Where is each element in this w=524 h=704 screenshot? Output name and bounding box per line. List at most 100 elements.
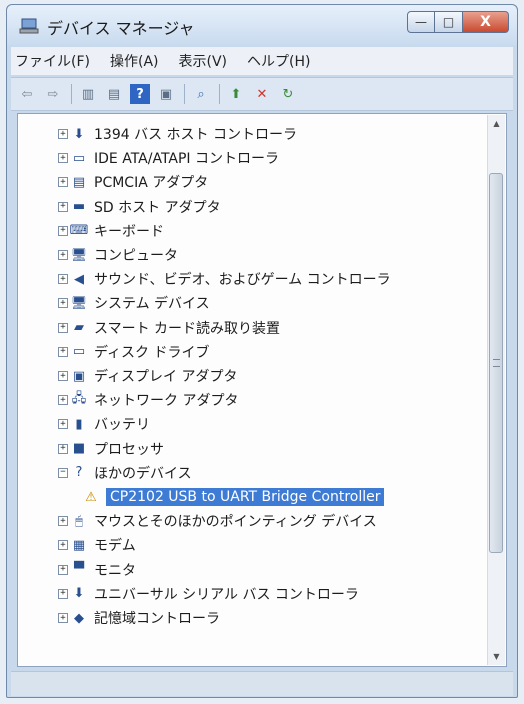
show-hide-tree-icon[interactable]: ▥ <box>78 84 98 104</box>
enable-device-icon[interactable]: ↻ <box>278 84 298 104</box>
expand-icon[interactable]: + <box>58 395 68 406</box>
properties-icon[interactable]: ▤ <box>104 84 124 104</box>
toolbar-separator <box>184 84 185 104</box>
menu-action[interactable]: 操作(A) <box>110 51 159 71</box>
tree-item[interactable]: + 🖥 コンピュータ <box>58 243 178 267</box>
device-tree: + ⬇ 1394 バス ホスト コントローラ + ▭ IDE ATA/ATAPI コントロ… <box>17 113 507 667</box>
expand-icon[interactable]: + <box>58 274 68 285</box>
tree-item-label: コンピュータ <box>94 248 178 264</box>
expand-icon[interactable]: + <box>58 225 68 236</box>
tree-item-label: ユニバーサル シリアル バス コントローラ <box>94 586 359 603</box>
expand-icon[interactable]: + <box>58 419 68 430</box>
tree-item[interactable]: + ◆ 記憶域コントローラ <box>58 606 220 630</box>
tree-item-label: ほかのデバイス <box>94 465 192 482</box>
smartcard-reader-icon: ▰ <box>74 320 84 336</box>
modem-icon: ▦ <box>72 537 86 553</box>
tree-item[interactable]: + ⬇ 1394 バス ホスト コントローラ <box>58 122 297 146</box>
expand-icon[interactable]: + <box>58 201 68 212</box>
console-icon[interactable]: ▣ <box>156 84 176 104</box>
expand-icon[interactable]: + <box>58 177 68 188</box>
expand-icon[interactable]: + <box>58 613 68 623</box>
scroll-up-icon[interactable]: ▲ <box>488 115 505 132</box>
battery-icon: ▮ <box>75 416 83 432</box>
back-arrow-icon[interactable]: ⇦ <box>17 84 37 104</box>
usb-icon: ⬇ <box>73 586 85 602</box>
tree-item-label: IDE ATA/ATAPI コントローラ <box>94 151 280 168</box>
tree-item[interactable]: + ⌨ キーボード <box>58 219 164 243</box>
tree-item[interactable]: + ▭ IDE ATA/ATAPI コントローラ <box>58 146 279 170</box>
forward-arrow-icon[interactable]: ⇨ <box>43 84 63 104</box>
expand-icon[interactable]: + <box>58 443 68 454</box>
maximize-button[interactable]: □ <box>435 11 463 33</box>
scroll-down-icon[interactable]: ▼ <box>488 648 505 665</box>
tree-item-label: ディスク ドライブ <box>94 344 210 361</box>
toolbar: ⇦ ⇨ ▥ ▤ ? ▣ ⌕ ⬆ ✕ ↻ <box>11 77 513 111</box>
tree-item-label: PCMCIA アダプタ <box>94 175 209 192</box>
device-manager-window: デバイス マネージャ — □ X ファイル(F) 操作(A) 表示(V) ヘルプ… <box>6 4 518 698</box>
tree-item[interactable]: + ▭ ディスク ドライブ <box>58 340 209 364</box>
window-title: デバイス マネージャ <box>47 19 195 38</box>
expand-icon[interactable]: + <box>58 298 68 309</box>
tree-item-label: サウンド、ビデオ、およびゲーム コントローラ <box>94 272 391 289</box>
close-button[interactable]: X <box>463 11 509 33</box>
expand-icon[interactable]: + <box>58 322 68 333</box>
tree-item[interactable]: + 🖧 ネットワーク アダプタ <box>58 388 238 412</box>
tree-item[interactable]: + 🖱 マウスとそのほかのポインティング デバイス <box>58 509 377 533</box>
expand-icon[interactable]: + <box>58 346 68 357</box>
tree-item-label: ネットワーク アダプタ <box>94 393 239 410</box>
keyboard-icon: ⌨ <box>69 223 89 239</box>
expand-icon[interactable]: + <box>58 371 68 381</box>
device-manager-icon <box>19 18 39 34</box>
tree-item[interactable]: + ⬇ ユニバーサル シリアル バス コントローラ <box>58 582 359 606</box>
minimize-button[interactable]: — <box>407 11 435 33</box>
tree-item-label: CP2102 USB to UART Bridge Controller <box>106 488 385 506</box>
tree-item-label: ディスプレイ アダプタ <box>94 369 238 385</box>
menu-help[interactable]: ヘルプ(H) <box>247 51 310 71</box>
scrollbar-thumb[interactable] <box>489 173 503 553</box>
network-adapter-icon: 🖧 <box>71 391 87 407</box>
tree-item[interactable]: + 🖥 システム デバイス <box>58 291 210 315</box>
uninstall-icon[interactable]: ✕ <box>252 84 272 104</box>
expand-icon[interactable]: + <box>58 564 68 575</box>
tree-item[interactable]: + ▀ モニタ <box>58 558 136 582</box>
help-icon[interactable]: ? <box>130 84 150 104</box>
monitor-icon: ▀ <box>74 562 84 578</box>
title-bar[interactable]: デバイス マネージャ — □ X <box>7 5 517 45</box>
toolbar-separator <box>219 84 220 104</box>
expand-icon[interactable]: + <box>58 250 68 260</box>
expand-icon[interactable]: + <box>58 516 68 527</box>
toolbar-separator <box>71 84 72 104</box>
tree-item[interactable]: + ▰ スマート カード読み取り装置 <box>58 316 280 340</box>
expand-icon[interactable]: + <box>58 588 68 599</box>
status-bar <box>11 671 513 696</box>
tree-item[interactable]: + ■ プロセッサ <box>58 437 164 461</box>
display-adapter-icon: ▣ <box>72 368 86 384</box>
ide-controller-icon: ▭ <box>72 150 86 166</box>
tree-item[interactable]: ⚠ CP2102 USB to UART Bridge Controller <box>82 485 385 509</box>
tree-item[interactable]: + ▣ ディスプレイ アダプタ <box>58 364 237 388</box>
expand-icon[interactable]: + <box>58 153 68 164</box>
firewire-icon: ⬇ <box>73 126 85 142</box>
collapse-icon[interactable]: − <box>58 467 68 478</box>
tree-item[interactable]: + ◀ サウンド、ビデオ、およびゲーム コントローラ <box>58 267 391 291</box>
expand-icon[interactable]: + <box>58 540 68 551</box>
update-driver-icon[interactable]: ⬆ <box>226 84 246 104</box>
expand-icon[interactable]: + <box>58 129 68 139</box>
menu-file[interactable]: ファイル(F) <box>15 51 90 71</box>
tree-item[interactable]: + ▬ SD ホスト アダプタ <box>58 195 221 219</box>
warning-device-icon: ⚠ <box>85 489 97 505</box>
tree-item[interactable]: + ▤ PCMCIA アダプタ <box>58 170 208 194</box>
tree-item[interactable]: + ▦ モデム <box>58 533 136 557</box>
scan-hardware-icon[interactable]: ⌕ <box>191 84 211 104</box>
vertical-scrollbar[interactable]: ▲ ▼ <box>487 115 505 665</box>
tree-item-label: プロセッサ <box>94 441 164 458</box>
scrollbar-grip <box>493 359 500 367</box>
tree-item[interactable]: + ▮ バッテリ <box>58 412 150 436</box>
tree-item-label: 記憶域コントローラ <box>94 611 220 627</box>
disk-drive-icon: ▭ <box>72 344 86 360</box>
tree-item-label: スマート カード読み取り装置 <box>94 320 281 337</box>
tree-item[interactable]: −? ほかのデバイス <box>58 461 192 485</box>
menu-view[interactable]: 表示(V) <box>179 51 228 71</box>
storage-controller-icon: ◆ <box>74 610 84 626</box>
computer-icon: 🖥 <box>70 247 88 263</box>
